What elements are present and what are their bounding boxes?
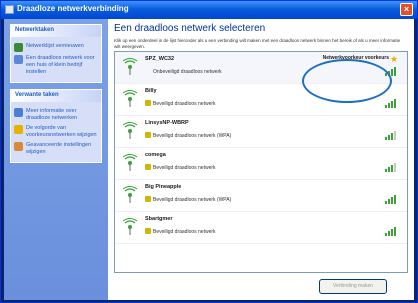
signal-strength-icon [385, 163, 396, 172]
lock-icon [145, 164, 151, 170]
signal-strength-icon [385, 195, 396, 204]
setup-wireless-icon [14, 55, 23, 64]
network-connection-icon [5, 5, 14, 14]
network-name: Billy [145, 88, 157, 94]
wireless-network-icon [122, 122, 138, 139]
task-setup-wireless-network[interactable]: Een draadloos netwerk voor een huis of k… [14, 55, 98, 76]
highlight-annotation-ellipse [302, 59, 392, 103]
page-title: Een draadloos netwerk selecteren [114, 23, 266, 34]
signal-strength-icon [385, 99, 396, 108]
signal-strength-icon [385, 227, 396, 236]
connect-button[interactable]: Verbinding maken [319, 279, 387, 294]
network-name: Sbartgmer [145, 216, 173, 222]
wireless-connection-window: Draadloze netwerkverbinding × Netwerktak… [0, 0, 418, 303]
task-label: Geavanceerde instellingen wijzigen [26, 142, 92, 155]
signal-strength-icon [385, 131, 396, 140]
network-list-item[interactable]: Sbartgmer Beveiligd draadloos netwerk [115, 212, 407, 244]
task-learn-wireless[interactable]: Meer informatie over draadloze netwerken [14, 108, 98, 122]
network-status: Beveiligd draadloos netwerk [153, 165, 216, 171]
network-name: Big Pineapple [145, 184, 182, 190]
info-icon [14, 108, 23, 117]
task-advanced-settings[interactable]: Geavanceerde instellingen wijzigen [14, 142, 98, 156]
wireless-network-icon [122, 186, 138, 203]
lock-icon [145, 228, 151, 234]
page-description: Klik op een onderdeel in de lijst hieron… [114, 38, 401, 49]
network-tasks-heading[interactable]: Netwerktaken [11, 25, 101, 37]
task-label: Een draadloos netwerk voor een huis of k… [26, 55, 95, 75]
network-list-item[interactable]: Big Pineapple Beveiligd draadloos netwer… [115, 180, 407, 212]
network-name: comega [145, 152, 166, 158]
network-status: Onbeveiligd draadloos netwerk [153, 69, 222, 75]
star-icon: ★ [390, 54, 399, 64]
network-name: SPZ_WC32 [145, 56, 175, 62]
task-label: De volgorde van voorkeursnetwerken wijzi… [26, 125, 97, 138]
network-status: Beveiligd draadloos netwerk (WPA) [153, 133, 232, 139]
network-status: Beveiligd draadloos netwerk (WPA) [153, 197, 232, 203]
task-refresh-network-list[interactable]: Netwerklijst vernieuwen [14, 43, 98, 52]
network-status: Beveiligd draadloos netwerk [153, 229, 216, 235]
related-tasks-panel: Verwante taken Meer informatie over draa… [10, 89, 102, 163]
wireless-network-icon [122, 154, 138, 171]
lock-icon [145, 100, 151, 106]
task-label: Meer informatie over draadloze netwerken [26, 108, 78, 121]
title-bar[interactable]: Draadloze netwerkverbinding × [1, 1, 417, 19]
lock-icon [145, 196, 151, 202]
task-label: Netwerklijst vernieuwen [26, 43, 84, 49]
task-pane: Netwerktaken Netwerklijst vernieuwen Een… [4, 19, 108, 300]
network-list-item[interactable]: LinsysNP-WBRP Beveiligd draadloos netwer… [115, 116, 407, 148]
wireless-network-icon [122, 58, 138, 75]
related-tasks-heading[interactable]: Verwante taken [11, 90, 101, 102]
wireless-network-icon [122, 90, 138, 107]
close-button[interactable]: × [400, 3, 413, 16]
network-status: Beveiligd draadloos netwerk [153, 101, 216, 107]
network-list-item[interactable]: comega Beveiligd draadloos netwerk [115, 148, 407, 180]
task-change-preferred-order[interactable]: De volgorde van voorkeursnetwerken wijzi… [14, 125, 98, 139]
star-order-icon [14, 125, 23, 134]
advanced-settings-icon [14, 142, 23, 151]
window-title: Draadloze netwerkverbinding [17, 4, 129, 13]
network-tasks-panel: Netwerktaken Netwerklijst vernieuwen Een… [10, 24, 102, 83]
network-name: LinsysNP-WBRP [145, 120, 189, 126]
wireless-network-icon [122, 218, 138, 235]
lock-icon [145, 132, 151, 138]
refresh-icon [14, 43, 23, 52]
